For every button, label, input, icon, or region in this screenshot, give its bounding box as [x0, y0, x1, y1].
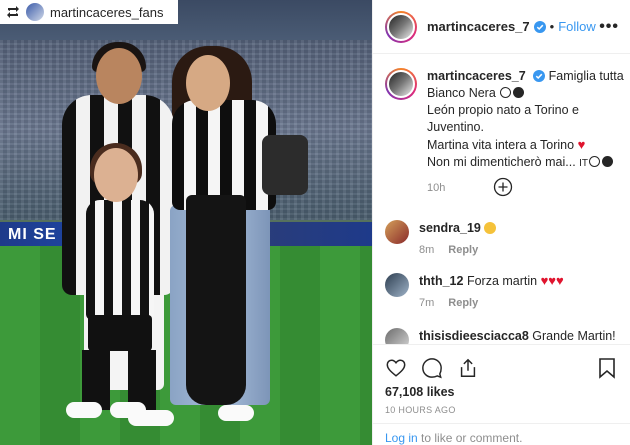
comment-text: Grande Martin! [532, 329, 616, 343]
login-prompt: Log in to like or comment. [385, 431, 522, 445]
heart-emoji-icon: ♥ [577, 137, 586, 152]
sad-face-emoji-icon [484, 222, 497, 234]
comment-bubble-icon[interactable] [421, 357, 443, 379]
comment-time: 8m [419, 244, 435, 256]
white-circle-icon [500, 87, 512, 98]
caption-line4: Martina vita intera a Torino [427, 138, 575, 152]
post-header: martincaceres_7 • Follow ••• [373, 0, 630, 54]
reply-button[interactable]: Reply [448, 244, 478, 256]
black-circle-icon [602, 156, 614, 167]
commenter-avatar[interactable] [385, 220, 409, 244]
girl-jacket [186, 195, 246, 405]
repost-icon [7, 6, 19, 18]
overlay-handle: martincaceres_fans [50, 4, 164, 20]
caption-line2: Bianco Nera [427, 86, 496, 100]
bag [262, 135, 308, 195]
white-circle-icon [589, 156, 601, 167]
girl-jersey [172, 100, 276, 210]
like-heart-icon[interactable] [385, 357, 407, 379]
repost-overlay: martincaceres_fans [0, 0, 178, 24]
caption-line1: Famiglia tutta [548, 69, 624, 83]
commenter-handle[interactable]: thisisdieesciacca8 [419, 329, 529, 343]
author-handle[interactable]: martincaceres_7 [427, 19, 530, 34]
post-panel: martincaceres_7 • Follow ••• martincacer… [372, 0, 630, 445]
bookmark-icon[interactable] [597, 357, 617, 379]
shoe [128, 410, 174, 426]
heart-emoji-icon: ♥ [548, 273, 557, 288]
kid-socks [82, 350, 158, 410]
kid-head [94, 148, 138, 202]
commenter-handle[interactable]: sendra_19 [419, 221, 481, 235]
black-circle-icon [513, 87, 525, 98]
caption-text: martincaceres_7 Famiglia tutta Bianco Ne… [427, 68, 625, 172]
commenter-handle[interactable]: thth_12 [419, 274, 463, 288]
login-rest: to like or comment. [417, 431, 523, 445]
heart-emoji-icon: ♥ [556, 273, 564, 288]
comment-text: Forza martin [466, 274, 538, 288]
actions-bar: 67,108 likes 10 HOURS AGO Log in to like… [373, 344, 630, 445]
caption-time: 10h [427, 182, 446, 194]
caption: martincaceres_7 Famiglia tutta Bianco Ne… [385, 68, 625, 194]
man-head [96, 48, 142, 104]
shoe [66, 402, 102, 418]
more-options-icon[interactable]: ••• [599, 18, 619, 36]
caption-line3: León propio nato a Torino e Juventino. [427, 103, 579, 134]
load-more-comments-icon[interactable] [493, 177, 513, 197]
verified-badge-icon [533, 20, 546, 33]
follow-button[interactable]: Follow [558, 19, 596, 34]
divider [373, 423, 630, 424]
commenter-avatar[interactable] [385, 273, 409, 297]
separator: • [549, 19, 555, 34]
comment: sendra_19 8m Reply [385, 220, 625, 256]
verified-badge-icon [533, 70, 546, 82]
login-link[interactable]: Log in [385, 431, 418, 445]
comment: thth_12 Forza martin ♥♥♥ 7m Reply [385, 273, 625, 309]
caption-line5: Non mi dimenticherò mai... [427, 155, 576, 169]
post-photo[interactable]: MI SE martincaceres_fans [0, 0, 372, 445]
kid-jersey [86, 200, 154, 320]
caption-handle[interactable]: martincaceres_7 [427, 69, 526, 83]
caption-avatar[interactable] [385, 68, 417, 100]
post-timestamp: 10 HOURS AGO [385, 405, 456, 415]
comment-time: 7m [419, 297, 435, 309]
kid-shorts [88, 315, 152, 351]
overlay-avatar [26, 3, 44, 21]
shoe [218, 405, 254, 421]
author-avatar[interactable] [385, 10, 417, 43]
girl-head [186, 55, 230, 111]
share-icon[interactable] [457, 357, 479, 379]
flag-it-label: IT [579, 158, 589, 169]
ad-board-text: MI SE [8, 226, 57, 243]
reply-button[interactable]: Reply [448, 297, 478, 309]
likes-count[interactable]: 67,108 likes [385, 385, 455, 399]
